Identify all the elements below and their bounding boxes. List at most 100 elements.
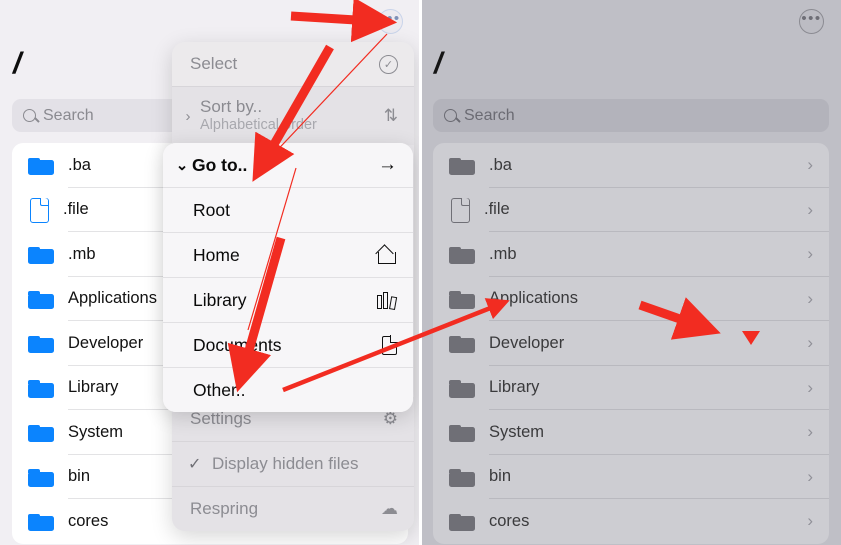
gear-icon: ⚙ [382,409,398,428]
ellipsis-glyph: ••• [380,10,401,27]
list-item[interactable]: System › [433,410,829,455]
folder-icon [28,422,55,443]
list-item-label: .mb [68,244,96,263]
list-item-label: cores [489,511,530,530]
search-input[interactable]: Search [433,99,829,132]
menu-item-label: Sort by.. [200,97,263,117]
list-item-label: Developer [68,333,144,352]
search-placeholder: Search [43,106,94,124]
screenshot-root: ••• / Search .ba › .file › .mb › Applications ›… [0,0,841,545]
menu-item-select[interactable]: Select ✓ [172,42,414,86]
arrow-right-icon: → [378,154,397,175]
list-item-label: System [489,422,545,441]
search-placeholder: Search [464,106,515,124]
menu-item-library[interactable]: Library [163,278,413,322]
list-item-label: System [68,422,124,441]
list-item-label: .mb [489,244,517,263]
house-icon [377,246,397,264]
panel-divider [419,0,422,545]
folder-icon [449,377,476,398]
menu-item-label: Settings [190,409,252,428]
list-item[interactable]: .file › [433,188,829,232]
menu-item-label: Other.. [193,379,246,400]
ellipsis-circle-icon[interactable]: ••• [799,9,824,34]
menu-item-documents[interactable]: Documents [163,323,413,367]
list-item-label: cores [68,511,109,530]
chevron-right-icon: › [807,466,813,486]
document-icon [382,334,398,355]
menu-item-label: Go to.. [192,154,248,175]
menu-item-sublabel: Alphabetical order [200,117,317,134]
folder-icon [28,377,55,398]
menu-item-label: Respring [190,499,259,518]
folder-icon [449,288,476,309]
list-item[interactable]: .ba › [433,143,829,188]
file-icon [28,197,50,223]
chevron-right-icon: › [185,107,191,125]
list-item-label: .file [63,200,89,219]
menu-item-label: Select [190,54,238,73]
list-item-label: Library [68,378,119,397]
folder-icon [449,422,476,443]
folder-icon [28,155,55,176]
chevron-right-icon: › [807,199,813,219]
file-icon [449,197,471,223]
file-list: .ba›.file›.mb›Applications›Developer›Lib… [433,143,829,544]
list-item-label: Library [489,378,540,397]
folder-icon [28,466,55,487]
menu-item-go-to[interactable]: ⌄ Go to.. → [163,143,413,187]
right-file-browser-panel: ••• / Search .ba › .file › .mb › Applications ›… [421,0,841,545]
chevron-right-icon: › [807,511,813,531]
chevron-right-icon: › [807,244,813,264]
page-title: / [13,47,21,80]
folder-icon [449,244,476,265]
sort-arrows-icon: ⇅ [383,106,398,125]
list-item[interactable]: .mb › [433,232,829,277]
folder-icon [28,511,55,532]
list-item-label: .file [484,200,510,219]
folder-icon [28,288,55,309]
page-title: / [434,47,442,80]
go-to-submenu: ⌄ Go to.. → Root Home Library Documents … [163,143,413,412]
list-item-label: Applications [489,289,578,308]
chevron-right-icon: › [807,155,813,175]
ellipsis-circle-icon[interactable]: ••• [378,9,403,34]
folder-icon [449,155,476,176]
menu-item-display-hidden-files[interactable]: ✓ Display hidden files [172,442,414,486]
chevron-right-icon: › [807,333,813,353]
menu-item-label: Display hidden files [212,454,359,473]
ellipsis-glyph: ••• [801,10,822,27]
list-item[interactable]: Library › [433,366,829,410]
menu-item-respring[interactable]: Respring ☁ [172,487,414,531]
menu-item-other[interactable]: Other.. [163,368,413,412]
search-icon [444,109,457,122]
folder-icon [449,333,476,354]
menu-item-label: Documents [193,334,282,355]
menu-item-home[interactable]: Home [163,233,413,277]
menu-item-label: Root [193,199,230,220]
list-item-label: .ba [489,155,512,174]
menu-item-label: Library [193,289,247,310]
list-item-label: bin [489,467,512,486]
check-icon: ✓ [188,456,202,473]
list-item-label: Developer [489,333,565,352]
menu-item-root[interactable]: Root [163,188,413,232]
left-file-browser-panel: ••• / Search .ba›.file›.mb›Applications›… [0,0,420,545]
check-circle-icon: ✓ [379,54,398,74]
list-item[interactable]: bin › [433,455,829,499]
folder-icon [449,511,476,532]
list-item-label: .ba [68,155,91,174]
folder-icon [28,333,55,354]
chevron-right-icon: › [807,422,813,442]
chevron-down-icon: ⌄ [175,157,189,174]
menu-item-label: Home [193,244,240,265]
list-item[interactable]: cores › [433,499,829,544]
search-icon [23,109,36,122]
chevron-right-icon: › [807,377,813,397]
folder-icon [449,466,476,487]
menu-item-sort-by[interactable]: › Sort by.. Alphabetical order ⇅ [172,87,414,145]
list-item[interactable]: Applications › [433,277,829,321]
books-icon [377,291,398,310]
folder-icon [28,244,55,265]
list-item[interactable]: Developer › [433,321,829,366]
